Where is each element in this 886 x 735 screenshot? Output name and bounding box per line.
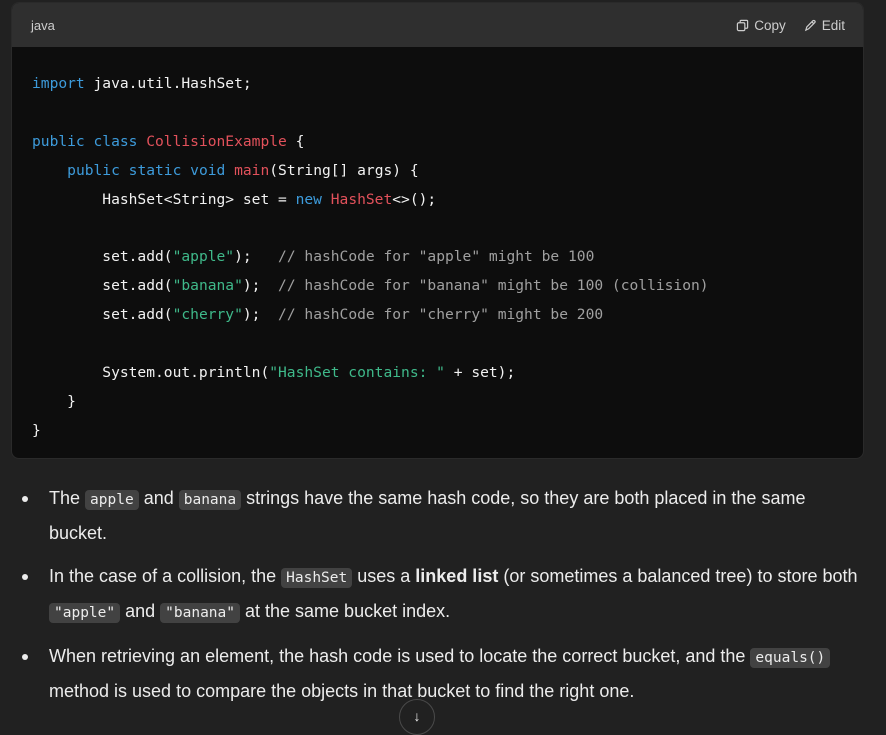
code-token: new xyxy=(295,190,322,208)
list-text: method is used to compare the objects in… xyxy=(49,681,635,701)
code-line: set.add("apple"); // hashCode for "apple… xyxy=(32,248,594,265)
code-token: import xyxy=(32,75,85,92)
code-token: { xyxy=(286,132,305,150)
list-text: The xyxy=(49,488,86,508)
pencil-icon xyxy=(804,19,816,31)
code-block: java Copy Edit import java.util.HashSet;… xyxy=(11,2,864,459)
code-line: set.add("cherry"); // hashCode for "cher… xyxy=(32,306,603,323)
list-text: (or sometimes a balanced tree) to store … xyxy=(498,566,858,586)
code-token: CollisionExample xyxy=(146,132,287,150)
code-token: public class xyxy=(32,132,138,150)
inline-code: banana xyxy=(178,490,242,510)
code-line: } xyxy=(32,393,76,410)
code-token: HashSet xyxy=(330,190,393,208)
edit-label: Edit xyxy=(821,17,845,33)
code-actions: Copy Edit xyxy=(736,18,845,33)
code-token: System.out.println( xyxy=(32,364,270,382)
code-language-label: java xyxy=(31,17,55,33)
explanation-list: The apple and banana strings have the sa… xyxy=(0,482,886,718)
code-token: set.add( xyxy=(32,306,173,324)
inline-code: "banana" xyxy=(160,603,240,623)
list-text: and xyxy=(120,601,161,621)
arrow-down-icon: ↓ xyxy=(413,708,421,724)
code-line: set.add("banana"); // hashCode for "bana… xyxy=(32,277,709,295)
list-text: at the same bucket index. xyxy=(240,601,451,621)
list-item: The apple and banana strings have the sa… xyxy=(0,482,886,550)
code-line: public class CollisionExample { xyxy=(32,133,304,150)
code-token: // hashCode for "cherry" might be 200 xyxy=(278,306,604,324)
code-block-header: java Copy Edit xyxy=(12,3,863,47)
code-token: ); xyxy=(234,248,279,266)
inline-code: apple xyxy=(85,490,139,510)
code-token: // hashCode for "apple" might be 100 xyxy=(278,248,595,266)
list-text: uses a xyxy=(352,566,416,586)
inline-code: "apple" xyxy=(49,603,121,623)
code-line: System.out.println("HashSet contains: " … xyxy=(32,364,515,381)
code-token: <>(); xyxy=(392,190,437,208)
code-content: import java.util.HashSet; public class C… xyxy=(12,47,863,446)
list-text: and xyxy=(138,488,179,508)
code-token: (String[] args) { xyxy=(269,161,419,179)
copy-button[interactable]: Copy xyxy=(736,18,786,33)
inline-code: HashSet xyxy=(281,568,353,588)
code-token: java.util.HashSet; xyxy=(84,75,252,92)
list-text: When retrieving an element, the hash cod… xyxy=(49,646,751,666)
code-token: } xyxy=(32,421,41,439)
code-token: "cherry" xyxy=(172,306,243,324)
code-token: "apple" xyxy=(172,248,235,266)
code-line: import java.util.HashSet; xyxy=(32,75,252,92)
code-line: public static void main(String[] args) { xyxy=(32,161,419,179)
code-token: HashSet<String> set = xyxy=(32,190,296,208)
code-token: "banana" xyxy=(172,277,243,295)
code-token: "HashSet contains: " xyxy=(269,364,445,382)
code-token: main xyxy=(234,161,270,179)
bold-text: linked list xyxy=(415,566,499,586)
code-token: set.add( xyxy=(32,277,173,295)
code-token: + set); xyxy=(444,364,516,382)
list-item: When retrieving an element, the hash cod… xyxy=(0,640,886,708)
edit-button[interactable]: Edit xyxy=(804,18,845,33)
code-token: ); xyxy=(242,306,279,324)
code-token: set.add( xyxy=(32,248,173,266)
scroll-down-button[interactable]: ↓ xyxy=(399,699,435,735)
inline-code: equals() xyxy=(750,648,831,668)
code-token: } xyxy=(32,392,76,410)
copy-icon xyxy=(737,19,749,31)
code-line: HashSet<String> set = new HashSet<>(); xyxy=(32,191,436,208)
copy-label: Copy xyxy=(754,17,786,33)
code-token: ); xyxy=(242,277,279,295)
code-token: public static void xyxy=(67,161,226,179)
code-line: } xyxy=(32,422,41,439)
code-token: // hashCode for "banana" might be 100 (c… xyxy=(278,277,709,295)
list-text: In the case of a collision, the xyxy=(49,566,282,586)
list-item: In the case of a collision, the HashSet … xyxy=(0,560,886,630)
